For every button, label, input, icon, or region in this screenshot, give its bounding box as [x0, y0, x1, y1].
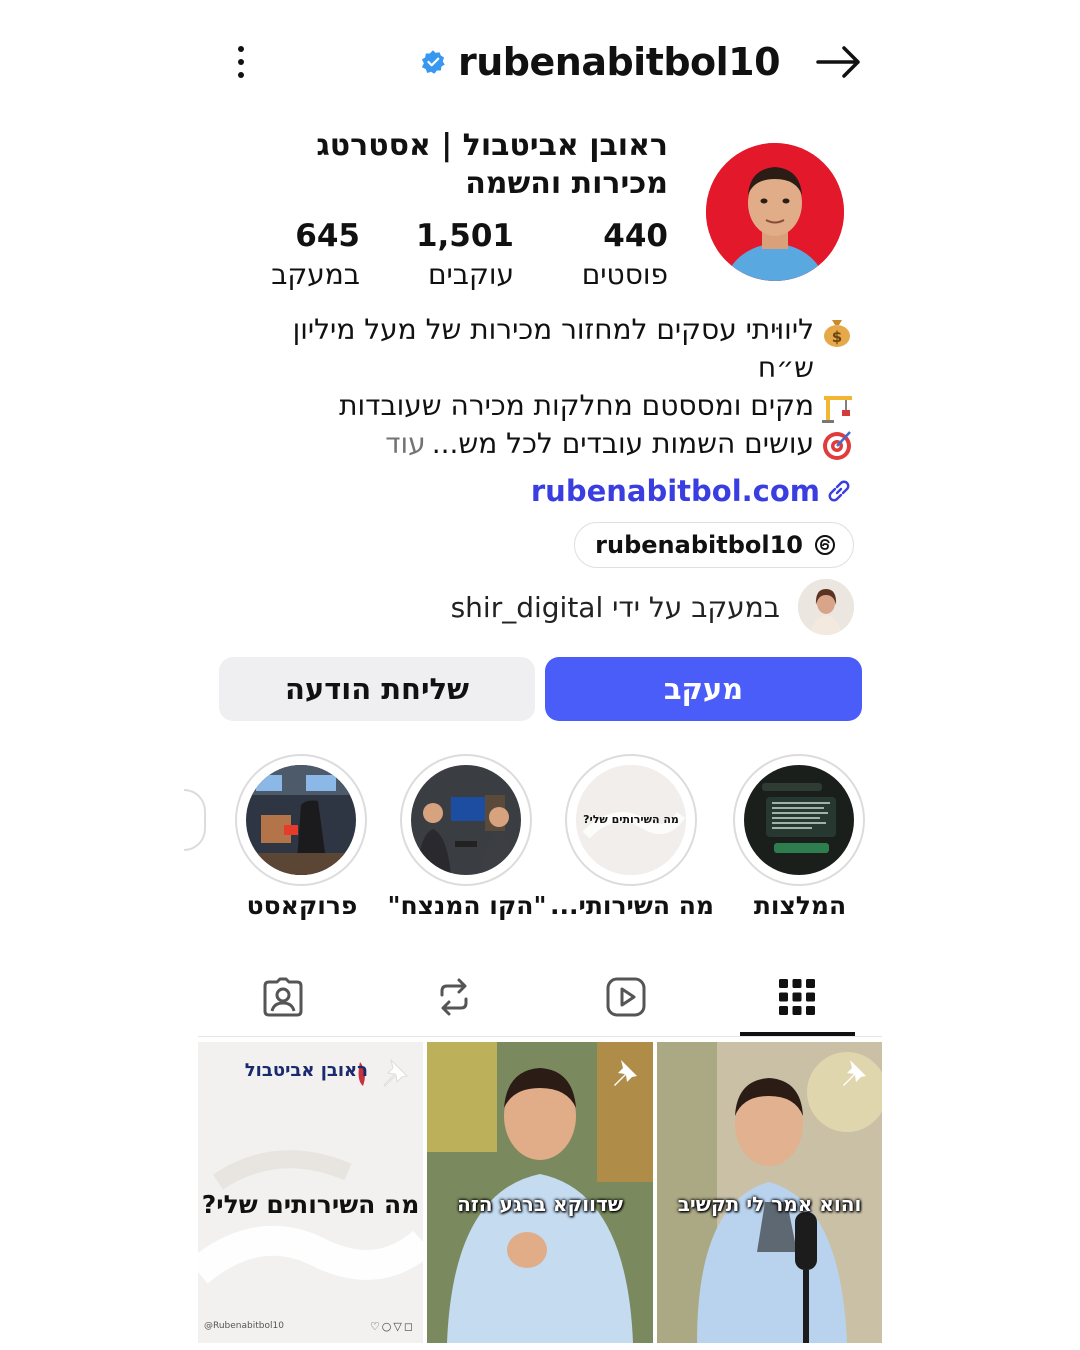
grid-post[interactable]: שדווקא ברגע הזה — [427, 1042, 653, 1343]
highlight-label: פרוקאסט — [246, 891, 358, 920]
following-count-value: 645 — [295, 218, 360, 254]
post-brand: ראובן אביטבול — [244, 1060, 368, 1081]
profile-avatar[interactable] — [706, 143, 844, 281]
pin-icon — [383, 1058, 409, 1087]
highlight-cover: מה השירותים שלי? — [576, 765, 686, 875]
following-count-label: במעקב — [271, 258, 360, 291]
message-button[interactable]: שליחת הודעה — [219, 657, 535, 721]
highlight-label: המלצות — [753, 891, 847, 920]
bio: $ ליווּיתי עסקים למחזור מכירות של מעל מי… — [244, 311, 854, 463]
follower-avatar — [798, 579, 854, 635]
highlight-winning-line[interactable]: "הקו המנצח" — [387, 754, 547, 920]
highlight-cover — [411, 765, 521, 875]
tab-reposts[interactable] — [427, 970, 481, 1024]
link-icon — [828, 480, 850, 502]
back-arrow-icon[interactable] — [812, 40, 866, 84]
posts-count[interactable]: 440 פוסטים — [582, 216, 668, 294]
grid-post[interactable]: והוא אמר לי תקשיב — [657, 1042, 882, 1343]
highlight-ring: מה השירותים שלי? — [565, 754, 697, 886]
followers-count-label: עוקבים — [427, 258, 514, 291]
tab-reels[interactable] — [599, 970, 653, 1024]
highlight-ring — [733, 754, 865, 886]
profile-link-text[interactable]: rubenabitbol.com — [531, 474, 820, 508]
profile-header: rubenabitbol10 — [420, 36, 781, 88]
tab-grid[interactable] — [770, 970, 824, 1024]
highlight-cover-text: מה השירותים שלי? — [583, 813, 679, 826]
followers-count-value: 1,501 — [415, 218, 514, 254]
crane-icon — [822, 396, 852, 423]
verified-badge-icon — [421, 50, 445, 74]
bio-line: עושים השמות עובדים לכל מש... עוד — [244, 425, 854, 463]
more-options-icon[interactable] — [226, 42, 256, 82]
bio-more-link[interactable]: עוד — [385, 425, 425, 463]
posts-count-label: פוסטים — [581, 258, 668, 291]
post-caption: שדווקא ברגע הזה — [457, 1192, 623, 1216]
post-handle: @Rubenabitbol10 — [204, 1321, 284, 1331]
bio-line-1: ליווּיתי עסקים למחזור מכירות של מעל מילי… — [292, 313, 814, 384]
svg-text:$: $ — [832, 328, 842, 346]
bio-line: $ ליווּיתי עסקים למחזור מכירות של מעל מי… — [244, 311, 854, 387]
reels-icon — [606, 977, 646, 1017]
highlight-ring — [235, 754, 367, 886]
posts-count-value: 440 — [603, 218, 668, 254]
threads-handle: rubenabitbol10 — [595, 531, 803, 559]
followed-by-text: במעקב על ידי shir_digital — [450, 590, 780, 624]
highlight-partial[interactable] — [184, 789, 206, 851]
followed-by[interactable]: במעקב על ידי shir_digital — [451, 579, 854, 635]
tagged-user-icon — [263, 977, 303, 1017]
highlight-cover — [246, 765, 356, 875]
pin-icon — [614, 1060, 637, 1086]
highlight-recommendations[interactable]: המלצות — [733, 754, 867, 920]
threads-icon — [815, 535, 835, 555]
bio-line-2: מקים ומססטם מחלקות מכירה שעובדות — [339, 389, 814, 422]
highlight-podcast[interactable]: פרוקאסט — [235, 754, 369, 920]
highlight-services[interactable]: מה השירותים שלי? מה השירותי... — [550, 754, 714, 920]
post-title: מה השירותים שלי? — [201, 1190, 420, 1219]
repost-icon — [440, 978, 468, 1016]
bio-line: מקים ומססטם מחלקות מכירה שעובדות — [244, 387, 854, 425]
tab-divider — [198, 1036, 882, 1037]
post-action-icons: ♡○▽◻ — [369, 1320, 415, 1333]
follow-button[interactable]: מעקב — [545, 657, 862, 721]
highlight-label: "הקו המנצח" — [387, 891, 547, 920]
highlight-ring — [400, 754, 532, 886]
grid-icon — [779, 979, 815, 1015]
threads-badge[interactable]: rubenabitbol10 — [574, 522, 854, 568]
followers-count[interactable]: 1,501 עוקבים — [416, 216, 514, 294]
grid-post[interactable]: ראובן אביטבול מה השירותים שלי? @Rubenabi… — [198, 1042, 423, 1343]
highlight-cover — [744, 765, 854, 875]
bio-line-3: עושים השמות עובדים לכל מש... — [431, 427, 814, 460]
post-caption: והוא אמר לי תקשיב — [677, 1192, 862, 1216]
pin-icon — [843, 1060, 866, 1086]
target-icon — [823, 431, 851, 460]
profile-username: rubenabitbol10 — [458, 40, 781, 84]
money-bag-icon: $ — [824, 320, 850, 347]
profile-link[interactable]: rubenabitbol.com — [531, 470, 854, 512]
display-name: ראובן אביטבול | אסטרטג מכירות והשמה — [316, 128, 668, 201]
following-count[interactable]: 645 במעקב — [271, 216, 360, 294]
tab-tagged[interactable] — [256, 970, 310, 1024]
highlight-label: מה השירותי... — [549, 891, 715, 920]
